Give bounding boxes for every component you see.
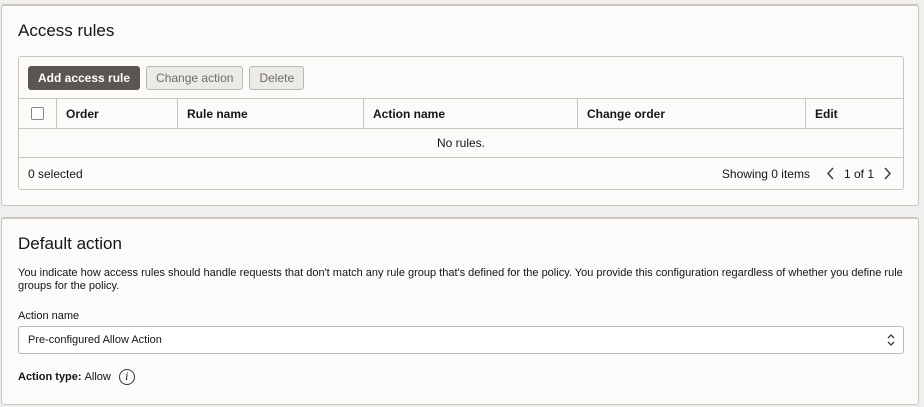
chevron-right-icon[interactable]: [880, 167, 894, 181]
column-header-edit[interactable]: Edit: [806, 99, 903, 128]
table-toolbar: Add access rule Change action Delete: [28, 66, 305, 90]
action-type-value: Allow: [84, 371, 111, 383]
select-all-checkbox[interactable]: [31, 107, 44, 120]
default-action-panel: Default action You indicate how access r…: [1, 217, 919, 405]
table-header: Order Rule name Action name Change order…: [19, 98, 903, 129]
column-header-rule-name[interactable]: Rule name: [178, 99, 364, 128]
table-footer: 0 selected Showing 0 items 1 of 1: [19, 158, 903, 189]
page-indicator: 1 of 1: [843, 166, 874, 181]
default-action-description: You indicate how access rules should han…: [18, 267, 903, 292]
showing-items: Showing 0 items: [721, 166, 810, 181]
pagination: Showing 0 items 1 of 1: [722, 167, 894, 181]
info-icon[interactable]: i: [118, 369, 135, 385]
default-action-title: Default action: [18, 234, 122, 253]
access-rules-panel: Access rules Add access rule Change acti…: [1, 4, 919, 206]
column-header-change-order[interactable]: Change order: [578, 99, 806, 128]
change-action-button[interactable]: Change action: [146, 66, 244, 90]
action-type-label: Action type:: [18, 371, 82, 383]
access-rules-table: Add access rule Change action Delete Ord…: [18, 56, 904, 190]
action-name-label: Action name: [18, 310, 80, 322]
select-all-cell: [19, 99, 57, 128]
empty-table-message: No rules.: [19, 129, 903, 158]
delete-button[interactable]: Delete: [249, 66, 305, 90]
access-rules-title: Access rules: [18, 21, 115, 40]
updown-caret-icon: [885, 333, 897, 347]
action-name-select-value: Pre-configured Allow Action: [28, 334, 162, 346]
column-header-action-name[interactable]: Action name: [364, 99, 578, 128]
chevron-left-icon[interactable]: [824, 167, 838, 181]
action-name-select[interactable]: Pre-configured Allow Action: [18, 326, 904, 354]
column-header-order[interactable]: Order: [57, 99, 178, 128]
selected-count: 0 selected: [28, 166, 83, 181]
action-type-row: Action type: Allow i: [18, 369, 135, 385]
add-access-rule-button[interactable]: Add access rule: [28, 66, 141, 90]
